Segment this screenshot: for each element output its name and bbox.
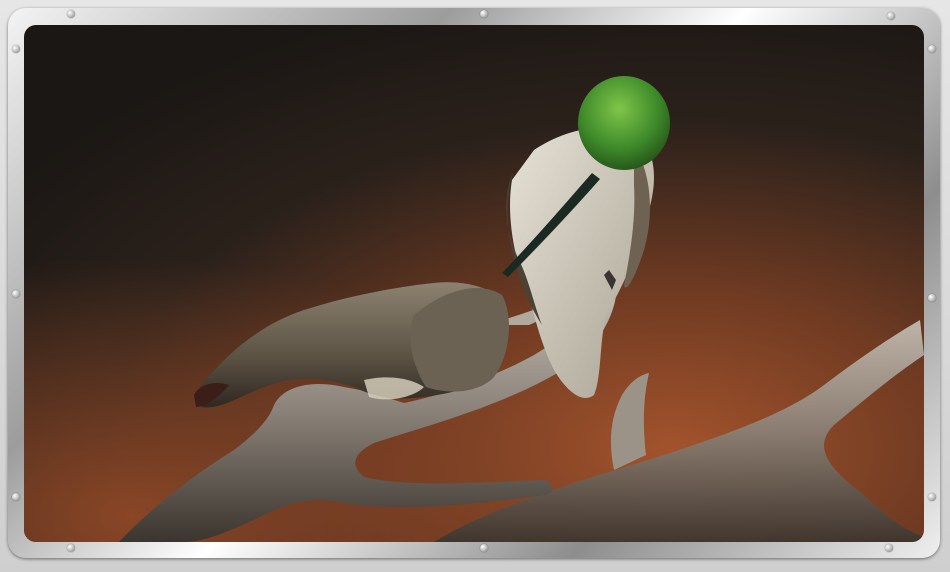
screw-icon [67, 10, 75, 18]
screw-icon [480, 544, 488, 552]
photo-canvas [24, 25, 924, 542]
screw-icon [928, 45, 936, 53]
screw-icon [67, 544, 75, 552]
screw-icon [12, 493, 20, 501]
adult-head [578, 76, 670, 170]
screw-icon [928, 493, 936, 501]
screw-icon [480, 10, 488, 18]
screw-icon [928, 294, 936, 302]
screw-icon [12, 290, 20, 298]
screw-icon [887, 12, 895, 20]
photo [24, 25, 924, 542]
screw-icon [12, 45, 20, 53]
screw-icon [885, 544, 893, 552]
